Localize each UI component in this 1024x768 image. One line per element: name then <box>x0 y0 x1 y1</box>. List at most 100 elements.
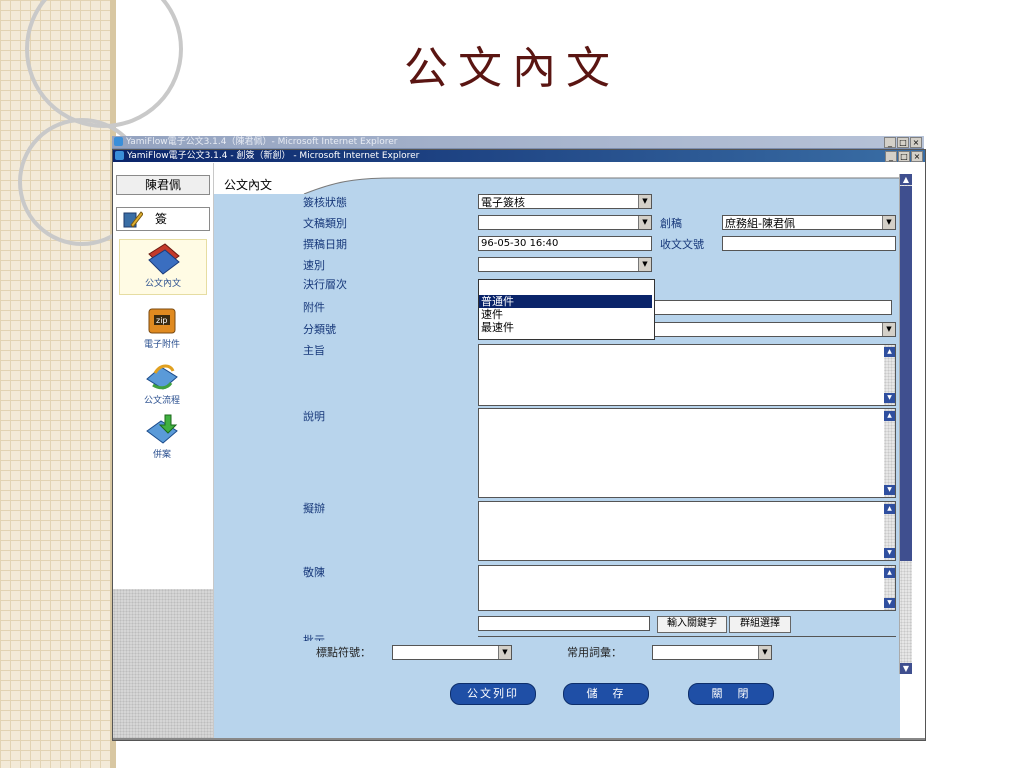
maximize-button[interactable]: □ <box>898 151 910 162</box>
punctuation-select[interactable]: ▼ <box>392 645 512 660</box>
sign-label: 簽 <box>155 212 168 226</box>
main-window-title: YamiFlow電子公文3.1.4 - 創簽（新創） - Microsoft I… <box>127 151 420 161</box>
textarea-scrollbar[interactable]: ▲ ▼ <box>884 345 895 405</box>
window-bottom-edge <box>113 738 925 740</box>
scroll-up-icon[interactable]: ▲ <box>884 568 895 578</box>
draft-date-field[interactable]: 96-05-30 16:40 <box>478 236 652 251</box>
chevron-down-icon[interactable]: ▼ <box>638 258 651 271</box>
ie-icon <box>114 137 123 146</box>
doc-type-label: 文稿類別 <box>303 217 347 230</box>
category-number-label: 分類號 <box>303 323 336 336</box>
zip-folder-icon: zip <box>148 308 176 334</box>
option-label: 最速件 <box>481 321 514 334</box>
chevron-down-icon[interactable]: ▼ <box>638 216 651 229</box>
drafter-label: 創稿 <box>660 217 682 230</box>
save-button[interactable]: 儲 存 <box>563 683 649 705</box>
draft-date-value: 96-05-30 16:40 <box>481 238 559 249</box>
speed-option-normal[interactable]: 普通件 <box>479 295 652 308</box>
sidebar-item-label: 電子附件 <box>143 340 180 350</box>
chevron-down-icon[interactable]: ▼ <box>758 646 771 659</box>
close-button[interactable]: × <box>911 151 923 162</box>
chevron-down-icon[interactable]: ▼ <box>638 195 651 208</box>
option-label: 普通件 <box>481 295 514 308</box>
scroll-down-icon[interactable]: ▼ <box>900 663 912 674</box>
sidebar-item-document-content[interactable]: 公文內文 <box>119 239 207 295</box>
description-label: 說明 <box>303 410 325 423</box>
scroll-up-icon[interactable]: ▲ <box>884 411 895 421</box>
description-textarea[interactable]: ▲ ▼ <box>478 408 896 498</box>
form-panel: ▲ ▼ 簽核狀態 電子簽核 ▼ 文稿類別 ▼ 創稿 庶務組-陳君佩 ▼ 撰稿日期… <box>214 174 912 739</box>
attachment-label: 附件 <box>303 301 325 314</box>
merge-arrow-icon <box>146 414 178 444</box>
sign-status-value: 電子簽核 <box>481 196 525 209</box>
sidebar-item-workflow[interactable]: 公文流程 <box>119 359 205 409</box>
close-button[interactable]: × <box>910 137 922 148</box>
speed-dropdown-list[interactable]: 普通件 速件 最速件 <box>478 279 655 340</box>
speed-option-urgent[interactable]: 速件 <box>479 308 652 321</box>
sidebar-item-merge[interactable]: 併案 <box>119 413 205 463</box>
sidebar-item-label: 公文內文 <box>144 279 181 289</box>
common-words-label: 常用詞彙： <box>567 646 622 659</box>
receive-number-label: 收文文號 <box>660 238 704 251</box>
close-form-button[interactable]: 關 閉 <box>688 683 774 705</box>
speed-select[interactable]: ▼ <box>478 257 652 272</box>
divider-line <box>478 636 896 637</box>
sidebar: 陳君佩 簽 公文內文 zip 電子附件 公文流程 併案 <box>113 163 214 739</box>
tab-curve <box>303 177 900 194</box>
attachment-field[interactable] <box>654 300 892 315</box>
print-document-button[interactable]: 公文列印 <box>450 683 536 705</box>
workflow-icon <box>146 364 178 390</box>
sidebar-item-attachments[interactable]: zip 電子附件 <box>119 303 205 353</box>
scroll-thumb[interactable] <box>900 186 912 561</box>
ie-icon <box>115 151 124 160</box>
pen-icon <box>123 211 143 228</box>
textarea-scrollbar[interactable]: ▲ ▼ <box>884 566 895 610</box>
enter-keyword-button[interactable]: 輸入關鍵字 <box>657 616 727 633</box>
maximize-button[interactable]: □ <box>897 137 909 148</box>
chevron-down-icon[interactable]: ▼ <box>498 646 511 659</box>
page-scrollbar[interactable]: ▲ ▼ <box>899 174 912 674</box>
speed-option-most-urgent[interactable]: 最速件 <box>479 321 652 334</box>
background-window-title: YamiFlow電子公文3.1.4（陳君佩）- Microsoft Intern… <box>126 137 398 147</box>
drafter-select[interactable]: 庶務組-陳君佩 ▼ <box>722 215 896 230</box>
draft-date-label: 撰稿日期 <box>303 238 347 251</box>
main-window-titlebar: YamiFlow電子公文3.1.4 - 創簽（新創） - Microsoft I… <box>113 150 925 162</box>
scroll-down-icon[interactable]: ▼ <box>884 485 895 495</box>
document-stack-icon <box>148 243 180 275</box>
subject-label: 主旨 <box>303 344 325 357</box>
main-window: YamiFlow電子公文3.1.4 - 創簽（新創） - Microsoft I… <box>112 149 926 741</box>
tab-strip: 公文內文 <box>214 172 900 194</box>
punctuation-label: 標點符號： <box>316 646 371 659</box>
slide-title: 公文內文 <box>404 43 620 94</box>
textarea-scrollbar[interactable]: ▲ ▼ <box>884 502 895 560</box>
sign-status-label: 簽核狀態 <box>303 196 347 209</box>
common-words-select[interactable]: ▼ <box>652 645 772 660</box>
scroll-down-icon[interactable]: ▼ <box>884 393 895 403</box>
sidebar-filler <box>113 589 213 739</box>
proposal-textarea[interactable]: ▲ ▼ <box>478 501 896 561</box>
scroll-up-icon[interactable]: ▲ <box>884 347 895 357</box>
sign-status-select[interactable]: 電子簽核 ▼ <box>478 194 652 209</box>
textarea-scrollbar[interactable]: ▲ ▼ <box>884 409 895 497</box>
scroll-up-icon[interactable]: ▲ <box>884 504 895 514</box>
subject-textarea[interactable]: ▲ ▼ <box>478 344 896 406</box>
scroll-up-icon[interactable]: ▲ <box>900 174 912 185</box>
chevron-down-icon[interactable]: ▼ <box>882 323 895 336</box>
background-window: YamiFlow電子公文3.1.4（陳君佩）- Microsoft Intern… <box>112 136 924 150</box>
keyword-field[interactable] <box>478 616 650 631</box>
receive-number-field[interactable] <box>722 236 896 251</box>
chevron-down-icon[interactable]: ▼ <box>882 216 895 229</box>
proposal-label: 擬辦 <box>303 502 325 515</box>
scroll-down-icon[interactable]: ▼ <box>884 548 895 558</box>
doc-type-select[interactable]: ▼ <box>478 215 652 230</box>
speed-label: 速別 <box>303 259 325 272</box>
sidebar-item-label: 併案 <box>152 450 171 460</box>
background-window-titlebar: YamiFlow電子公文3.1.4（陳君佩）- Microsoft Intern… <box>112 136 924 148</box>
sign-button[interactable]: 簽 <box>116 207 210 231</box>
minimize-button[interactable]: _ <box>885 151 897 162</box>
minimize-button[interactable]: _ <box>884 137 896 148</box>
respectfully-textarea[interactable]: ▲ ▼ <box>478 565 896 611</box>
scroll-down-icon[interactable]: ▼ <box>884 598 895 608</box>
option-label: 速件 <box>481 308 503 321</box>
group-select-button[interactable]: 群組選擇 <box>729 616 791 633</box>
